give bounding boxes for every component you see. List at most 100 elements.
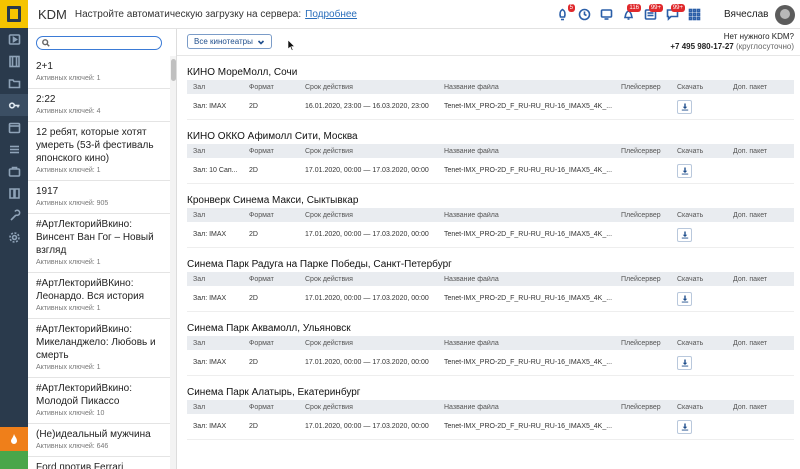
download-button[interactable]: [677, 227, 692, 242]
cinema-list: КИНО МореМолл, Сочи Зал Формат Срок действи…: [177, 56, 800, 440]
cinema-name[interactable]: Синема Парк Аквамолл, Ульяновск: [187, 312, 794, 334]
folder-icon[interactable]: [0, 72, 28, 94]
movie-list-item[interactable]: #АртЛекторийВкино: Молодой Пикассо Активн…: [28, 378, 170, 424]
movie-list-item[interactable]: 12 ребят, которые хотят умереть (53-й фе…: [28, 122, 170, 181]
bell-icon[interactable]: 116: [618, 3, 641, 25]
movie-list-item[interactable]: #АртЛекторийВкино: Микеланджело: Любовь …: [28, 319, 170, 378]
column-header: Скачать: [677, 403, 704, 411]
more-link[interactable]: Подробнее: [305, 9, 357, 20]
column-header: Срок действия: [305, 275, 353, 283]
monitor-icon[interactable]: [596, 5, 617, 25]
apps-grid-icon[interactable]: [684, 5, 705, 25]
status-indicator: [0, 451, 28, 469]
cinema-name[interactable]: Синема Парк Алатырь, Екатеринбург: [187, 376, 794, 398]
cinema-name[interactable]: КИНО ОККО Афимолл Сити, Москва: [187, 120, 794, 142]
cinema-name[interactable]: КИНО МореМолл, Сочи: [187, 56, 794, 78]
cinema-name[interactable]: Синема Парк Радуга на Парке Победы, Санк…: [187, 248, 794, 270]
download-icon: [681, 167, 688, 174]
format-cell: 2D: [249, 231, 258, 238]
column-header: Скачать: [677, 147, 704, 155]
scrollbar-thumb[interactable]: [171, 59, 176, 81]
search-input[interactable]: [36, 36, 162, 50]
movie-active-keys: Активных ключей: 1: [36, 259, 101, 266]
main-content: Все кинотеатры Нет нужного KDM? +7 495 9…: [177, 29, 800, 469]
auto-download-notice: Настройте автоматическую загрузку на сер…: [74, 8, 302, 20]
movie-list-item[interactable]: (Не)идеальный мужчина Активных ключей: 64…: [28, 424, 170, 457]
movie-list-item[interactable]: 2+1 Активных ключей: 1: [28, 56, 170, 89]
flame-icon[interactable]: [0, 427, 28, 451]
movie-title: 1917: [36, 186, 59, 197]
hall-cell: Зал: IMAX: [193, 295, 227, 302]
book-icon[interactable]: [0, 182, 28, 204]
support-phone[interactable]: +7 495 980-17-27: [670, 42, 733, 51]
list-icon[interactable]: [0, 138, 28, 160]
movie-list-item[interactable]: 1917 Активных ключей: 905: [28, 181, 170, 214]
format-cell: 2D: [249, 359, 258, 366]
download-button[interactable]: [677, 419, 692, 434]
table-header: Зал Формат Срок действия Название файла Плей…: [187, 144, 794, 158]
table-row: Зал: IMAX 2D 17.01.2020, 00:00 — 17.03.202…: [187, 414, 794, 440]
news-icon[interactable]: 99+: [640, 3, 663, 25]
column-header: Зал: [193, 339, 206, 347]
movie-list-item[interactable]: #АртЛекторийВКино: Леонардо. Вся история…: [28, 273, 170, 319]
chat-icon[interactable]: 99+: [662, 3, 685, 25]
username[interactable]: Вячеслав: [724, 9, 768, 20]
briefcase-icon[interactable]: [0, 160, 28, 182]
movie-list-item[interactable]: 2:22 Активных ключей: 4: [28, 89, 170, 122]
format-cell: 2D: [249, 423, 258, 430]
wrench-icon[interactable]: [0, 204, 28, 226]
column-header: Формат: [249, 339, 274, 347]
cinema-filter-dropdown[interactable]: Все кинотеатры: [187, 34, 272, 49]
key-icon[interactable]: [0, 94, 28, 116]
hall-cell: Зал: 10 Сап...: [193, 167, 238, 174]
column-header: Срок действия: [305, 211, 353, 219]
mouse-cursor-icon: [288, 40, 296, 51]
column-header: Название файла: [444, 83, 499, 91]
column-header: Зал: [193, 147, 206, 155]
avatar[interactable]: [775, 5, 795, 25]
movie-title: 2:22: [36, 94, 56, 105]
table-header: Зал Формат Срок действия Название файла Плей…: [187, 208, 794, 222]
download-button[interactable]: [677, 163, 692, 178]
download-button[interactable]: [677, 355, 692, 370]
list-scrollbar[interactable]: [170, 56, 176, 469]
period-cell: 17.01.2020, 00:00 — 17.03.2020, 00:00: [305, 167, 429, 174]
download-icon: [681, 295, 688, 302]
period-cell: 17.01.2020, 00:00 — 17.03.2020, 00:00: [305, 295, 429, 302]
download-button[interactable]: [677, 291, 692, 306]
column-header: Доп. пакет: [733, 147, 768, 155]
logo-icon[interactable]: [0, 0, 28, 28]
gear-icon[interactable]: [0, 226, 28, 248]
download-icon: [681, 359, 688, 366]
hall-cell: Зал: IMAX: [193, 359, 227, 366]
cinema-filter-label: Все кинотеатры: [194, 37, 253, 46]
column-header: Скачать: [677, 83, 704, 91]
movie-list-item[interactable]: #АртЛекторийВкино: Винсент Ван Гог – Нов…: [28, 214, 170, 273]
movie-list-item[interactable]: Ford против FerrariАктивных ключей: 98: [28, 457, 170, 469]
history-icon[interactable]: [574, 5, 595, 25]
column-header: Срок действия: [305, 147, 353, 155]
table-row: Зал: IMAX 2D 17.01.2020, 00:00 — 17.03.202…: [187, 350, 794, 376]
format-cell: 2D: [249, 295, 258, 302]
rocket-icon[interactable]: 5: [552, 3, 575, 25]
brand-title[interactable]: KDM: [38, 7, 67, 22]
download-icon: [681, 231, 688, 238]
support-hours: (круглосуточно): [735, 42, 794, 51]
movie-active-keys: Активных ключей: 4: [36, 108, 101, 115]
download-button[interactable]: [677, 99, 692, 114]
table-row: Зал: IMAX 2D 17.01.2020, 00:00 — 17.03.202…: [187, 222, 794, 248]
column-header: Зал: [193, 275, 206, 283]
chevron-down-icon: [257, 38, 265, 46]
play-icon[interactable]: [0, 28, 28, 50]
movie-active-keys: Активных ключей: 905: [36, 200, 109, 207]
cinema-name[interactable]: Кронверк Синема Макси, Сыктывкар: [187, 184, 794, 206]
notification-badge: 116: [627, 3, 641, 12]
column-header: Доп. пакет: [733, 339, 768, 347]
movie-title: #АртЛекторийВкино: Молодой Пикассо: [36, 383, 133, 407]
calendar-icon[interactable]: [0, 116, 28, 138]
top-header: KDM Настройте автоматическую загрузку на…: [28, 0, 800, 29]
movie-list: 2+1 Активных ключей: 1 2:22 Активных ключей…: [28, 56, 170, 469]
column-header: Формат: [249, 83, 274, 91]
hall-cell: Зал: IMAX: [193, 423, 227, 430]
film-icon[interactable]: [0, 50, 28, 72]
